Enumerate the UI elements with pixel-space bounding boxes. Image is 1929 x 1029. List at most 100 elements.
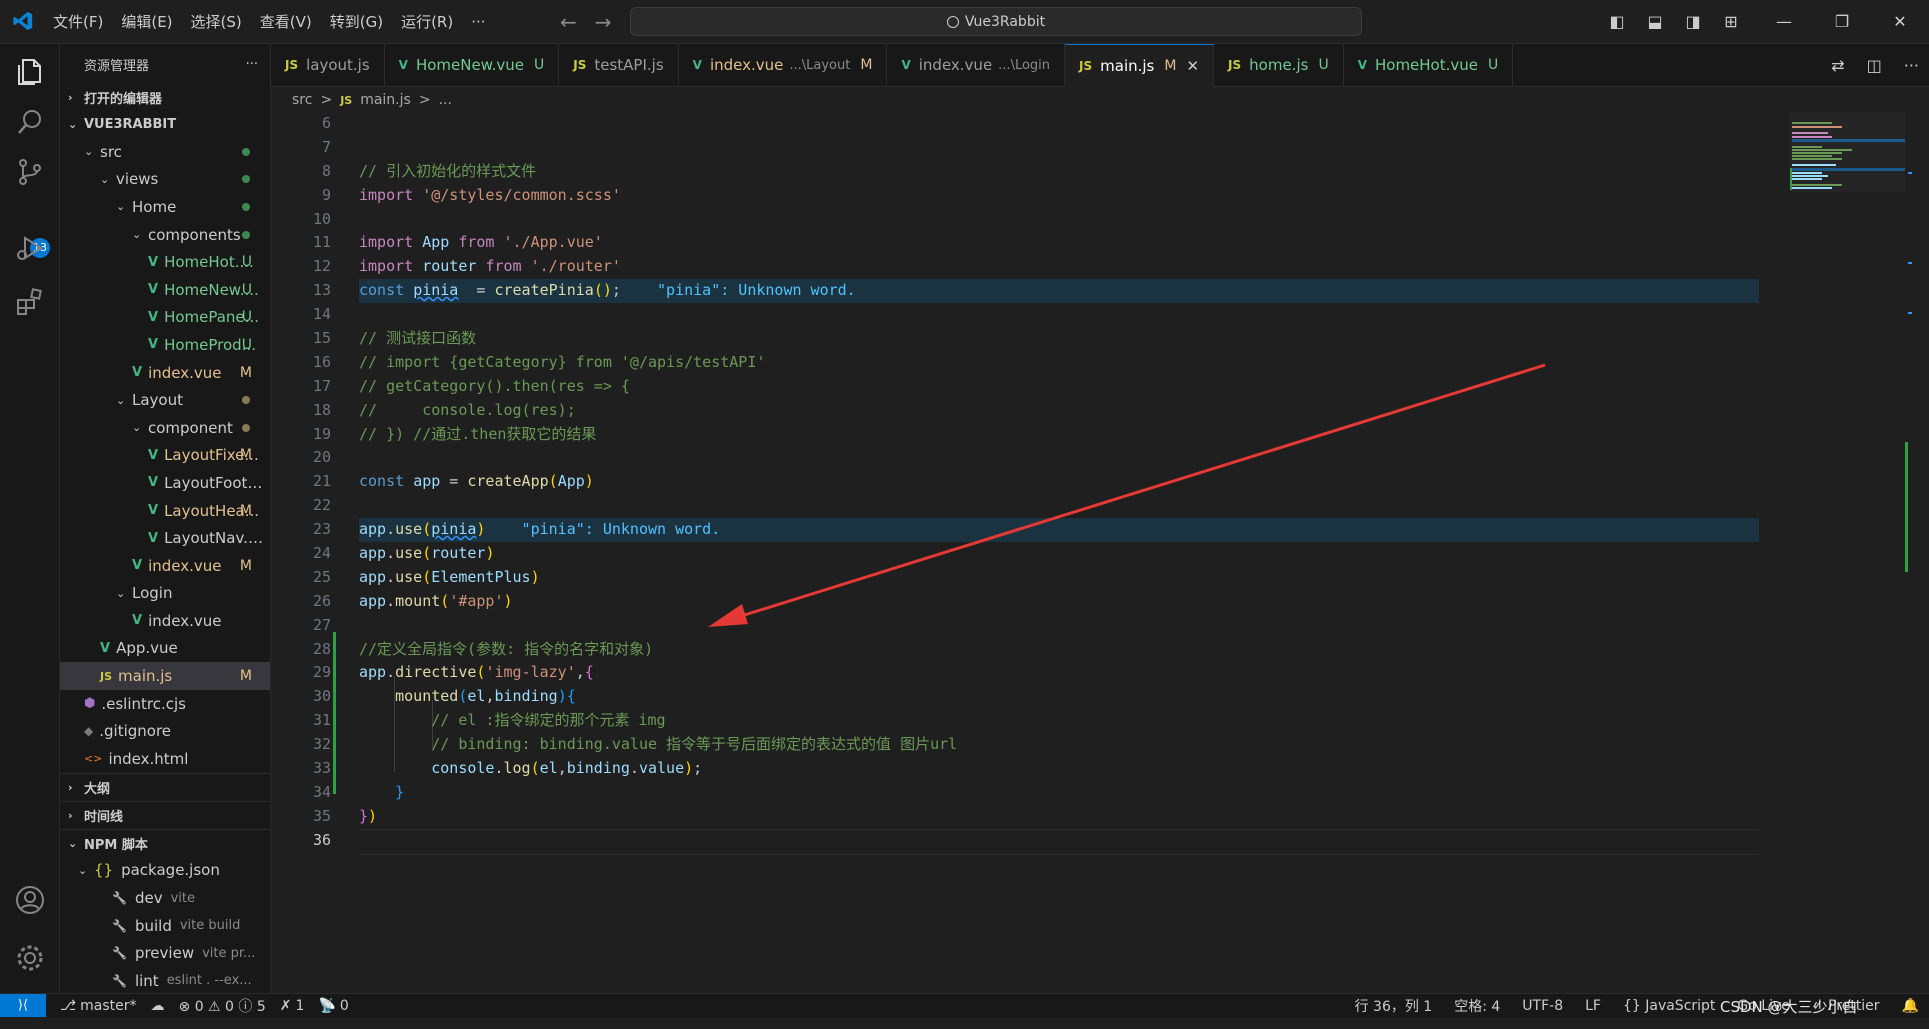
code-line[interactable]: // binding: binding.value 指令等于号后面绑定的表达式的…	[359, 733, 1759, 757]
vertical-scrollbar[interactable]	[1905, 112, 1919, 993]
restore-button[interactable]: ❐	[1819, 12, 1865, 31]
tree-item-vue[interactable]: V LayoutNav.vue	[60, 524, 270, 552]
menu-item[interactable]: 转到(G)	[321, 11, 392, 32]
eol[interactable]: LF	[1585, 998, 1601, 1014]
npm-script-item[interactable]: 🔧 lint eslint . --ex...	[60, 967, 270, 995]
forward-arrow-icon[interactable]: →	[595, 10, 612, 34]
code-line[interactable]: app.use(ElementPlus)	[359, 566, 1759, 590]
search-view-icon[interactable]	[14, 106, 46, 138]
code-line[interactable]: })	[359, 805, 1759, 829]
tree-item-folder-open[interactable]: ⌄ Login	[60, 580, 270, 608]
tree-item-vue[interactable]: Vindex.vue M	[60, 552, 270, 580]
npm-script-item[interactable]: 🔧 dev vite	[60, 884, 270, 912]
tree-item-vue[interactable]: V LayoutFooter.vue	[60, 469, 270, 497]
sync-icon[interactable]: ☁	[151, 998, 165, 1014]
toggle-sidebar-icon[interactable]: ◧	[1603, 12, 1631, 31]
code-line[interactable]: // 引入初始化的样式文件	[359, 160, 1759, 184]
code-line[interactable]: const pinia = createPinia(); "pinia": Un…	[359, 279, 1759, 304]
tree-item-git[interactable]: ◆ .gitignore	[60, 717, 270, 745]
package-json-item[interactable]: ⌄ {} package.json	[60, 857, 270, 885]
editor-tab[interactable]: JS main.js M ✕	[1065, 44, 1215, 87]
tree-item-vue[interactable]: V HomePane... U	[60, 304, 270, 332]
code-line[interactable]: import '@/styles/common.scss'	[359, 184, 1759, 208]
breadcrumb-file[interactable]: main.js	[360, 92, 411, 108]
editor-tab[interactable]: JS testAPI.js	[559, 44, 679, 86]
npm-scripts-section[interactable]: ⌄ NPM 脚本	[60, 828, 270, 857]
tree-item-eslint[interactable]: ⬢ .eslintrc.cjs	[60, 690, 270, 718]
code-line[interactable]: }	[359, 781, 1759, 805]
code-lines[interactable]: // 引入初始化的样式文件 import '@/styles/common.scs…	[359, 112, 1759, 855]
editor-tab[interactable]: JS layout.js	[271, 44, 385, 86]
code-line[interactable]: // console.log(res);	[359, 399, 1759, 423]
explorer-icon[interactable]	[14, 56, 46, 88]
code-line[interactable]: console.log(el,binding.value);	[359, 757, 1759, 781]
code-line[interactable]: // 测试接口函数	[359, 327, 1759, 351]
tools-icon[interactable]: ✗	[280, 998, 292, 1014]
toggle-panel-icon[interactable]: ⬓	[1641, 12, 1669, 31]
code-line[interactable]: import App from './App.vue'	[359, 231, 1759, 255]
code-line[interactable]: app.use(router)	[359, 542, 1759, 566]
editor-tab[interactable]: JS home.js U	[1214, 44, 1344, 86]
code-line[interactable]: // import {getCategory} from '@/apis/tes…	[359, 351, 1759, 375]
split-editor-icon[interactable]: ◫	[1867, 56, 1882, 75]
notifications-icon[interactable]: 🔔	[1902, 998, 1919, 1014]
tree-item-js[interactable]: JS main.js M	[60, 662, 270, 690]
compare-changes-icon[interactable]: ⇄	[1831, 56, 1844, 75]
code-editor[interactable]: 6 7 8 9 10 11 12 13 14 15 16 17 18 19 20 21 22 23 24 25 26 27…	[271, 112, 1781, 993]
code-line[interactable]	[359, 303, 1759, 327]
customize-layout-icon[interactable]: ⊞	[1717, 12, 1745, 31]
menu-item[interactable]: 查看(V)	[251, 11, 321, 32]
account-icon[interactable]	[14, 884, 46, 916]
code-line[interactable]: // }) //通过.then获取它的结果	[359, 423, 1759, 447]
tree-item-vue[interactable]: V LayoutFixe... M	[60, 442, 270, 470]
code-line[interactable]: // getCategory().then(res => {	[359, 375, 1759, 399]
tree-item-folder-open[interactable]: ⌄ views	[60, 166, 270, 194]
source-control-icon[interactable]	[14, 156, 46, 188]
cursor-position[interactable]: 行 36，列 1	[1355, 996, 1433, 1016]
editor-tab[interactable]: Vindex.vue ...\Layout M	[679, 44, 888, 86]
project-section[interactable]: ⌄ VUE3RABBIT	[60, 111, 270, 138]
code-line[interactable]	[359, 136, 1759, 160]
close-tab-icon[interactable]: ✕	[1186, 57, 1199, 75]
tree-item-folder-open[interactable]: ⌄ Home	[60, 193, 270, 221]
code-line[interactable]: import router from './router'	[359, 255, 1759, 279]
npm-script-item[interactable]: 🔧 preview vite pr...	[60, 939, 270, 967]
settings-gear-icon[interactable]	[14, 942, 46, 974]
tree-item-folder-open[interactable]: ⌄ component	[60, 414, 270, 442]
breadcrumb-symbol[interactable]: ...	[439, 92, 452, 108]
code-line[interactable]: // el :指令绑定的那个元素 img	[359, 709, 1759, 733]
editor-tab[interactable]: Vindex.vue ...\Login	[887, 44, 1066, 86]
run-debug-icon[interactable]	[14, 232, 46, 264]
problems-status[interactable]: ⊗ 0 ⚠ 0 ⓘ 5	[179, 996, 266, 1016]
tree-item-vue[interactable]: Vindex.vue M	[60, 359, 270, 387]
menu-item[interactable]: 编辑(E)	[112, 11, 181, 32]
timeline-section[interactable]: › 时间线	[60, 800, 270, 829]
open-editors-section[interactable]: › 打开的编辑器	[60, 84, 270, 111]
indentation[interactable]: 空格: 4	[1454, 996, 1500, 1016]
minimap[interactable]	[1790, 112, 1905, 993]
code-line[interactable]: app.use(pinia) "pinia": Unknown word.	[359, 518, 1759, 543]
menu-item[interactable]: 运行(R)	[392, 11, 462, 32]
code-line[interactable]: const app = createApp(App)	[359, 470, 1759, 494]
tree-item-vue[interactable]: V HomeNew.... U	[60, 276, 270, 304]
menu-item[interactable]: 文件(F)	[44, 11, 112, 32]
npm-script-item[interactable]: 🔧 build vite build	[60, 912, 270, 940]
close-window-button[interactable]: ✕	[1877, 12, 1923, 31]
command-center-search[interactable]: Vue3Rabbit	[630, 7, 1362, 36]
tree-item-html[interactable]: <> index.html	[60, 745, 270, 773]
toggle-secondary-sidebar-icon[interactable]: ◨	[1679, 12, 1707, 31]
code-line[interactable]	[359, 446, 1759, 470]
branch-status[interactable]: master*	[80, 998, 136, 1014]
tree-item-folder-open[interactable]: ⌄ Layout	[60, 386, 270, 414]
more-actions-icon[interactable]: ···	[246, 57, 258, 72]
code-line[interactable]	[359, 828, 1759, 855]
code-line[interactable]: //定义全局指令(参数: 指令的名字和对象)	[359, 638, 1759, 662]
back-arrow-icon[interactable]: ←	[560, 10, 577, 34]
remote-indicator-icon[interactable]: ⟩⟨	[0, 994, 46, 1017]
editor-more-icon[interactable]: ···	[1904, 56, 1919, 75]
extensions-icon[interactable]	[14, 286, 46, 318]
tree-item-vue[interactable]: Vindex.vue	[60, 607, 270, 635]
menu-item[interactable]: ···	[462, 13, 494, 31]
breadcrumb-folder[interactable]: src	[292, 92, 312, 108]
code-line[interactable]: mounted(el,binding){	[359, 685, 1759, 709]
